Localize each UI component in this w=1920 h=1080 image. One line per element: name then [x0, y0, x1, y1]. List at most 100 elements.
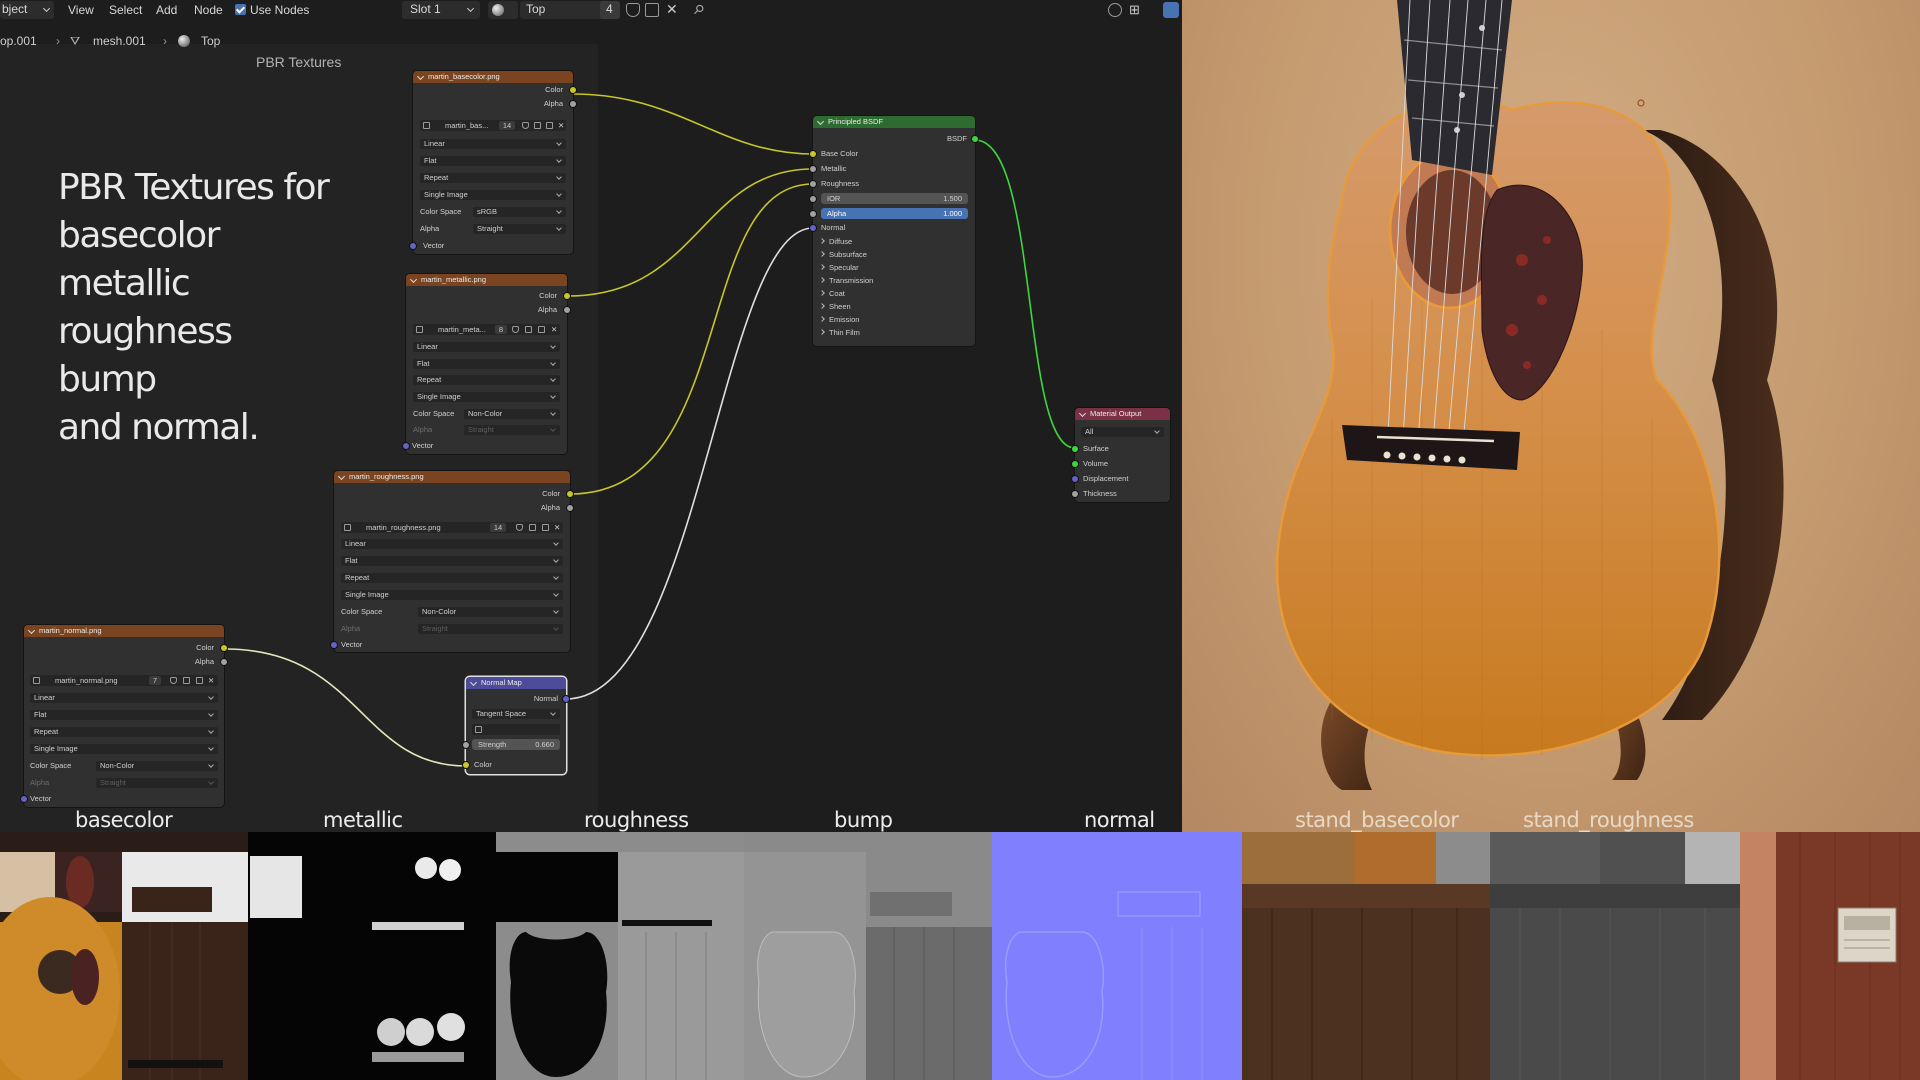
image-datablock[interactable]: martin_meta... 8 ✕ [413, 324, 560, 335]
material-users[interactable]: 4 [600, 1, 620, 19]
fake-user-shield-icon[interactable] [522, 122, 529, 129]
socket-color-out[interactable] [570, 87, 576, 93]
projection-dropdown[interactable]: Flat [341, 556, 563, 566]
socket-alpha-out[interactable] [570, 101, 576, 107]
node-principled-bsdf[interactable]: Principled BSDF BSDF Base Color Metallic… [810, 116, 978, 346]
socket-normal-out[interactable] [563, 696, 569, 702]
socket-color-out[interactable] [221, 645, 227, 651]
close-icon[interactable]: ✕ [551, 324, 557, 334]
socket-volume-in[interactable] [1072, 461, 1078, 467]
socket-thickness-in[interactable] [1072, 491, 1078, 497]
node-basecolor-texture[interactable]: martin_basecolor.png Color Alpha martin_… [410, 71, 576, 254]
space-dropdown[interactable]: Tangent Space [472, 709, 560, 719]
source-dropdown[interactable]: Single Image [341, 590, 563, 600]
fake-user-shield-icon[interactable] [512, 326, 519, 333]
node-editor[interactable]: PBR Textures bject View Select Add Node … [0, 0, 1182, 832]
material-browse[interactable] [488, 1, 518, 19]
menu-add[interactable]: Add [156, 2, 177, 19]
socket-color-in[interactable] [463, 762, 469, 768]
alpha-slider[interactable]: Alpha 1.000 [821, 208, 968, 219]
panel-thin-film[interactable]: Thin Film [819, 327, 860, 338]
image-browse-icon[interactable] [423, 122, 430, 129]
3d-viewport[interactable] [1182, 0, 1920, 832]
panel-diffuse[interactable]: Diffuse [819, 236, 852, 247]
duplicate-icon[interactable] [529, 524, 536, 531]
interpolation-dropdown[interactable]: Linear [420, 139, 566, 149]
socket-base-color-in[interactable] [810, 151, 816, 157]
overlay-grid-icon[interactable]: ⊞ [1129, 1, 1140, 18]
extension-dropdown[interactable]: Repeat [413, 375, 560, 385]
duplicate-icon[interactable] [183, 677, 190, 684]
projection-dropdown[interactable]: Flat [413, 359, 560, 369]
socket-strength-in[interactable] [463, 742, 469, 748]
node-header[interactable]: Material Output [1075, 408, 1170, 420]
socket-color-out[interactable] [567, 491, 573, 497]
socket-color-out[interactable] [564, 293, 570, 299]
interpolation-dropdown[interactable]: Linear [413, 342, 560, 352]
socket-vector-in[interactable] [21, 796, 27, 802]
interpolation-dropdown[interactable]: Linear [341, 539, 563, 549]
color-space-dropdown[interactable]: Non-Color [96, 761, 218, 771]
image-datablock[interactable]: martin_bas... 14 ✕ [420, 120, 566, 131]
projection-dropdown[interactable]: Flat [420, 156, 566, 166]
source-dropdown[interactable]: Single Image [420, 190, 566, 200]
extension-dropdown[interactable]: Repeat [341, 573, 563, 583]
snap-icon[interactable] [1108, 3, 1122, 17]
sidebar-toggle-icon[interactable] [1163, 2, 1179, 18]
panel-emission[interactable]: Emission [819, 314, 859, 325]
node-normal-texture[interactable]: martin_normal.png Color Alpha martin_nor… [21, 625, 227, 807]
image-browse-icon[interactable] [33, 677, 40, 684]
folder-icon[interactable] [546, 122, 553, 129]
unlink-close-icon[interactable]: ✕ [666, 1, 678, 18]
image-datablock[interactable]: martin_roughness.png 14 ✕ [341, 522, 563, 533]
socket-normal-in[interactable] [810, 225, 816, 231]
extension-dropdown[interactable]: Repeat [420, 173, 566, 183]
node-header[interactable]: martin_roughness.png [334, 471, 570, 483]
fake-user-shield-icon[interactable] [516, 524, 523, 531]
socket-vector-in[interactable] [331, 642, 337, 648]
node-header[interactable]: martin_normal.png [24, 625, 224, 637]
close-icon[interactable]: ✕ [558, 120, 564, 130]
socket-alpha-out[interactable] [564, 307, 570, 313]
panel-sheen[interactable]: Sheen [819, 301, 851, 312]
alpha-mode-dropdown[interactable]: Straight [473, 224, 566, 234]
socket-alpha-out[interactable] [221, 659, 227, 665]
socket-vector-in[interactable] [410, 243, 416, 249]
color-space-dropdown[interactable]: sRGB [473, 207, 566, 217]
color-space-dropdown[interactable]: Non-Color [464, 409, 560, 419]
use-nodes-toggle[interactable]: Use Nodes [235, 2, 309, 19]
pin-icon[interactable]: ⚲ [689, 0, 708, 19]
menu-node[interactable]: Node [194, 2, 223, 19]
fake-user-shield-icon[interactable] [626, 3, 640, 17]
socket-bsdf-out[interactable] [972, 136, 978, 142]
panel-subsurface[interactable]: Subsurface [819, 249, 867, 260]
folder-icon[interactable] [542, 524, 549, 531]
panel-coat[interactable]: Coat [819, 288, 845, 299]
node-normal-map[interactable]: Normal Map Normal Tangent Space Strength… [463, 677, 569, 774]
strength-slider[interactable]: Strength 0.660 [472, 739, 560, 750]
source-dropdown[interactable]: Single Image [30, 744, 218, 754]
folder-icon[interactable] [196, 677, 203, 684]
interpolation-dropdown[interactable]: Linear [30, 693, 218, 703]
panel-transmission[interactable]: Transmission [819, 275, 873, 286]
ior-slider[interactable]: IOR 1.500 [821, 193, 968, 204]
image-datablock[interactable]: martin_normal.png 7 ✕ [30, 675, 218, 686]
source-dropdown[interactable]: Single Image [413, 392, 560, 402]
extension-dropdown[interactable]: Repeat [30, 727, 218, 737]
duplicate-icon[interactable] [525, 326, 532, 333]
image-browse-icon[interactable] [344, 524, 351, 531]
duplicate-icon[interactable] [645, 3, 659, 17]
menu-view[interactable]: View [68, 2, 94, 19]
slot-dropdown[interactable]: Slot 1 [402, 1, 480, 19]
socket-alpha-out[interactable] [567, 505, 573, 511]
socket-roughness-in[interactable] [810, 181, 816, 187]
duplicate-icon[interactable] [534, 122, 541, 129]
mode-dropdown[interactable]: bject [0, 1, 54, 19]
image-browse-icon[interactable] [416, 326, 423, 333]
panel-specular[interactable]: Specular [819, 262, 859, 273]
node-header[interactable]: martin_metallic.png [406, 274, 567, 286]
node-roughness-texture[interactable]: martin_roughness.png Color Alpha martin_… [331, 471, 573, 652]
node-header[interactable]: Normal Map [466, 677, 566, 689]
menu-select[interactable]: Select [109, 2, 142, 19]
close-icon[interactable]: ✕ [208, 675, 214, 685]
